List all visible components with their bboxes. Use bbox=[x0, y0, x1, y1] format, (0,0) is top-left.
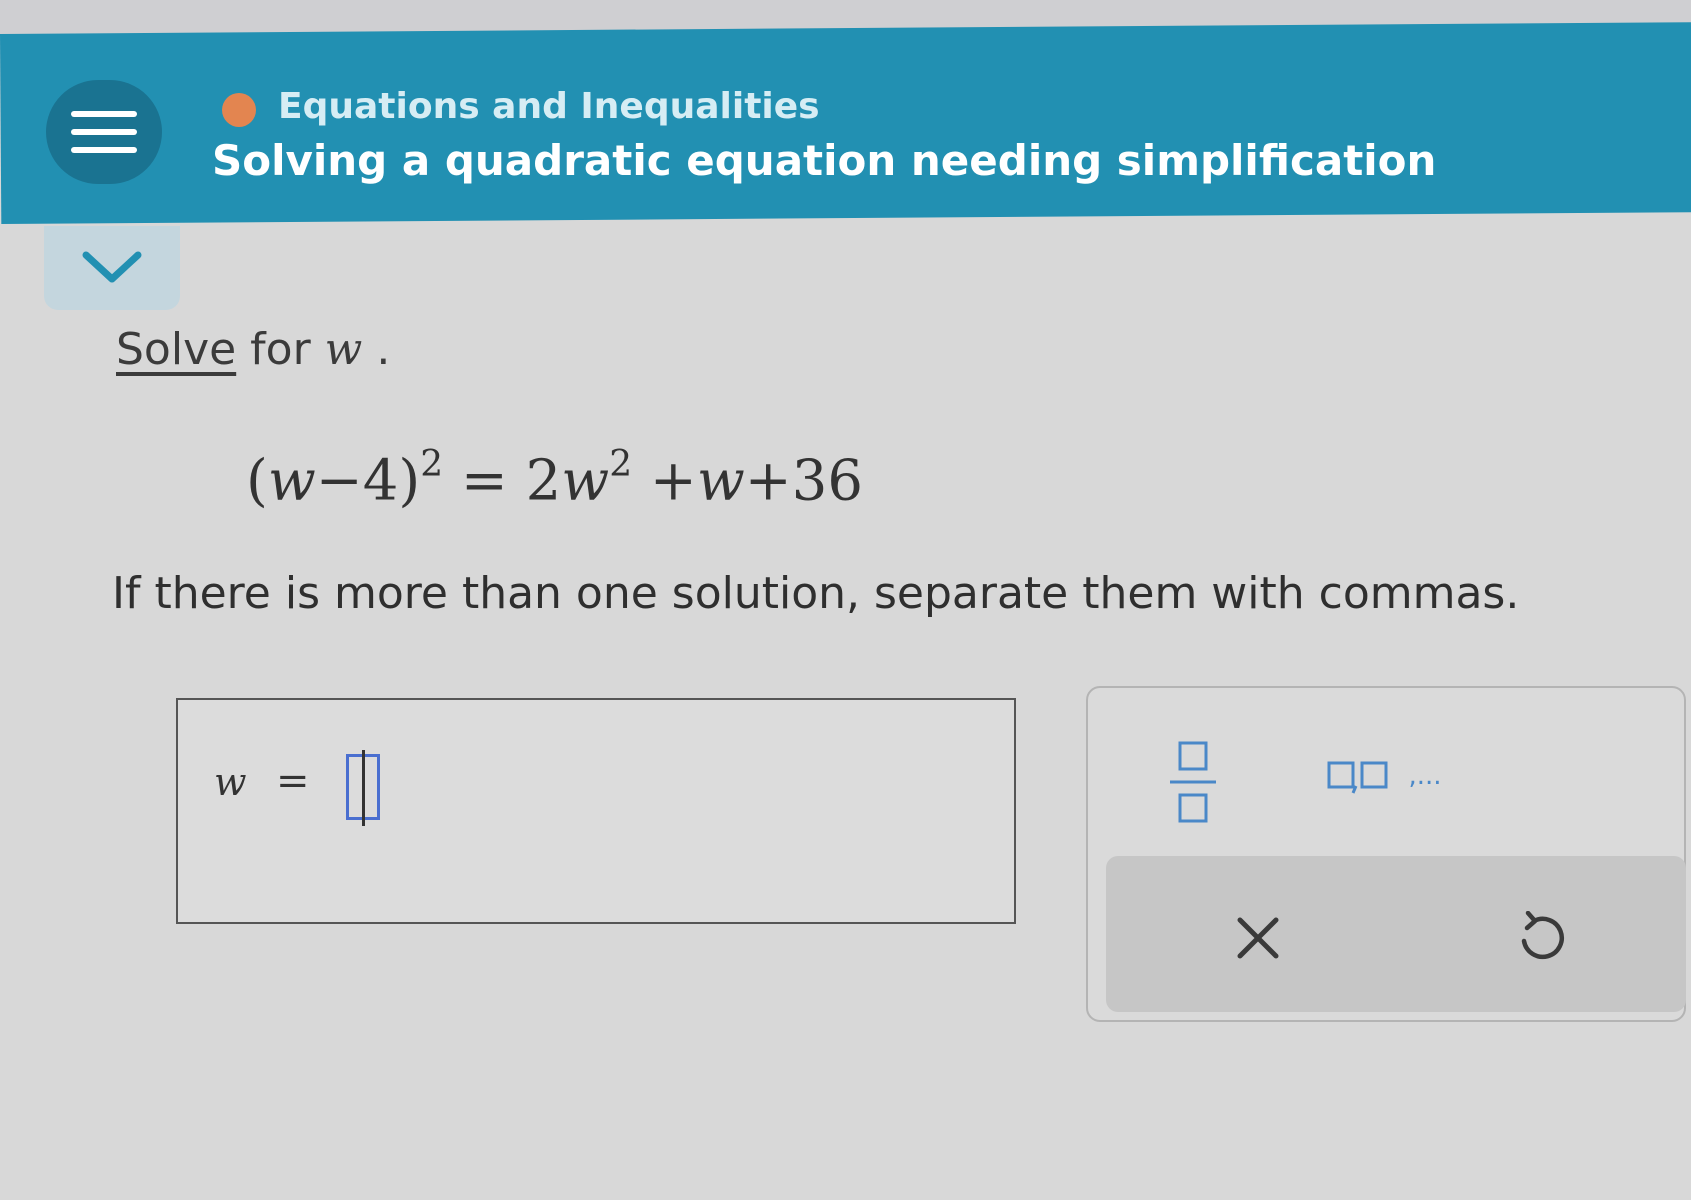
answer-box[interactable]: w = bbox=[176, 698, 1016, 924]
eq-lhs-rest: −4) bbox=[315, 448, 421, 514]
hamburger-menu-icon bbox=[71, 111, 137, 153]
undo-button[interactable] bbox=[1500, 896, 1584, 980]
clear-x-icon bbox=[1237, 917, 1279, 959]
keypad-action-bar bbox=[1106, 856, 1686, 1012]
eq-lhs-exponent: 2 bbox=[420, 444, 444, 485]
solve-link[interactable]: Solve bbox=[116, 324, 236, 375]
math-keypad: ,... bbox=[1086, 686, 1686, 1022]
fraction-template-icon bbox=[1170, 741, 1216, 823]
chevron-down-icon bbox=[82, 251, 142, 283]
list-template-button[interactable]: ,... bbox=[1314, 746, 1454, 806]
list-suffix: ,... bbox=[1408, 761, 1442, 791]
undo-icon bbox=[1521, 911, 1564, 960]
topic-progress-dot bbox=[222, 93, 256, 127]
problem-prompt: Solve for w . bbox=[116, 324, 390, 375]
answer-equals: = bbox=[276, 758, 310, 804]
clear-button[interactable] bbox=[1216, 896, 1300, 980]
topic-name: Equations and Inequalities bbox=[278, 86, 820, 127]
answer-variable: w bbox=[214, 760, 247, 804]
eq-equals: = 2 bbox=[443, 448, 562, 514]
eq-lhs-open: ( bbox=[246, 448, 268, 514]
menu-button[interactable] bbox=[46, 80, 162, 184]
comma-list-template-icon bbox=[1327, 761, 1388, 794]
page-title: Solving a quadratic equation needing sim… bbox=[212, 136, 1437, 185]
eq-rhs-tail: +36 bbox=[744, 448, 863, 514]
equation: (w−4)2 = 2w2 +w+36 bbox=[246, 444, 863, 514]
eq-rhs-plus: + bbox=[632, 448, 697, 514]
prompt-text: for bbox=[236, 324, 325, 375]
collapse-button[interactable] bbox=[44, 226, 180, 310]
eq-rhs-var2: w bbox=[696, 448, 745, 514]
prompt-end: . bbox=[362, 324, 391, 375]
eq-rhs-exponent: 2 bbox=[609, 444, 633, 485]
instruction-text: If there is more than one solution, sepa… bbox=[112, 568, 1520, 619]
topic-header-bar bbox=[0, 22, 1691, 224]
text-cursor bbox=[362, 750, 365, 826]
fraction-button[interactable] bbox=[1162, 732, 1224, 832]
prompt-variable: w bbox=[324, 324, 363, 375]
eq-rhs-var1: w bbox=[561, 448, 610, 514]
eq-lhs-var: w bbox=[267, 448, 316, 514]
